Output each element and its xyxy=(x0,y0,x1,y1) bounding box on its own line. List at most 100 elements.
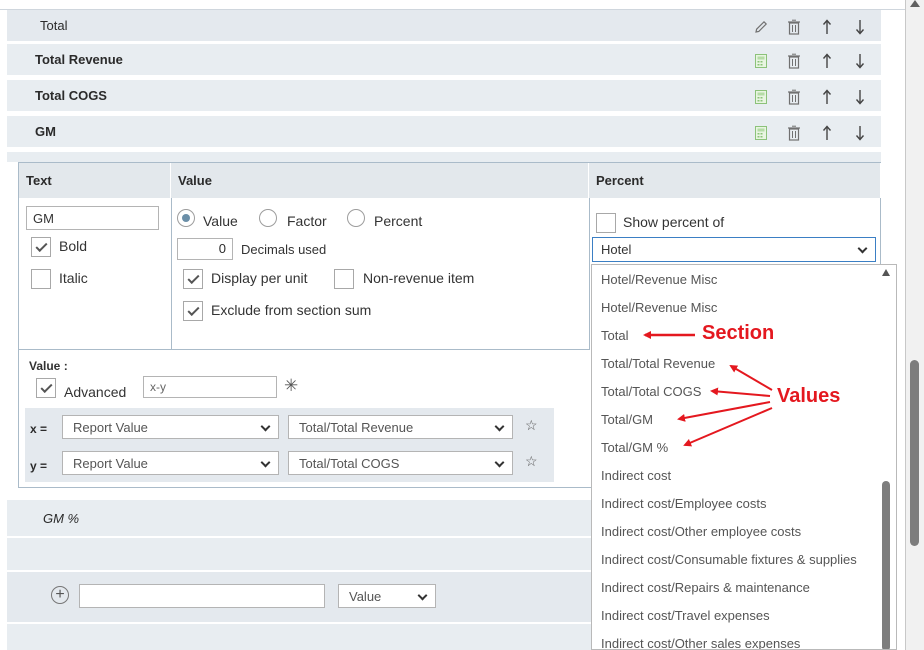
y-type-select[interactable]: Report Value xyxy=(62,451,279,475)
x-target-select[interactable]: Total/Total Revenue xyxy=(288,415,513,439)
show-percent-label: Show percent of xyxy=(623,214,725,230)
dropdown-scroll-thumb[interactable] xyxy=(882,481,890,649)
move-up-icon[interactable] xyxy=(815,87,838,107)
dropdown-option[interactable]: Total xyxy=(601,328,628,343)
advanced-checkbox[interactable] xyxy=(36,378,56,398)
add-icon[interactable]: + xyxy=(51,586,69,604)
column-divider xyxy=(171,198,172,349)
calculator-icon[interactable] xyxy=(749,123,772,143)
chevron-down-icon xyxy=(494,457,505,468)
trash-icon[interactable] xyxy=(782,51,805,71)
y-type-value: Report Value xyxy=(73,455,148,471)
header-percent: Percent xyxy=(589,163,881,198)
dropdown-option[interactable]: Indirect cost/Other employee costs xyxy=(601,524,801,539)
move-down-icon[interactable] xyxy=(848,51,871,71)
x-label: x = xyxy=(30,422,48,436)
x-type-value: Report Value xyxy=(73,419,148,435)
trash-icon[interactable] xyxy=(782,87,805,107)
display-per-unit-checkbox[interactable] xyxy=(183,269,203,289)
exclude-sum-label: Exclude from section sum xyxy=(211,302,372,318)
dropdown-option[interactable]: Indirect cost/Employee costs xyxy=(601,496,766,511)
section-row-total[interactable]: Total xyxy=(7,10,881,43)
chevron-down-icon xyxy=(260,457,271,468)
dropdown-scrollbar[interactable] xyxy=(876,265,896,649)
section-row-label: Total Revenue xyxy=(35,52,123,67)
panel-divider xyxy=(19,349,590,350)
dropdown-option[interactable]: Hotel/Revenue Misc xyxy=(601,272,717,287)
annotation-section: Section xyxy=(702,322,775,344)
calculator-icon[interactable] xyxy=(749,87,772,107)
y-target-value: Total/Total COGS xyxy=(299,455,400,471)
y-label: y = xyxy=(30,459,48,473)
exclude-sum-checkbox[interactable] xyxy=(183,301,203,321)
new-row-name-input[interactable] xyxy=(79,584,325,608)
radio-factor-label: Factor xyxy=(287,213,327,229)
section-row-total-revenue[interactable]: Total Revenue xyxy=(7,44,881,77)
decimals-input[interactable]: 0 xyxy=(177,238,233,260)
pencil-icon[interactable] xyxy=(749,17,772,37)
move-up-icon[interactable] xyxy=(815,17,838,37)
move-down-icon[interactable] xyxy=(848,17,871,37)
dropdown-option[interactable]: Total/GM xyxy=(601,412,653,427)
check-icon xyxy=(186,271,200,284)
x-type-select[interactable]: Report Value xyxy=(62,415,279,439)
x-target-value: Total/Total Revenue xyxy=(299,419,414,435)
bold-checkbox[interactable] xyxy=(31,237,51,257)
text-input[interactable]: GM xyxy=(26,206,159,230)
chevron-down-icon xyxy=(494,421,505,432)
text-input-value: GM xyxy=(33,210,54,226)
dropdown-option[interactable]: Total/GM % xyxy=(601,440,668,455)
new-row-type-select[interactable]: Value xyxy=(338,584,436,608)
value-section-label: Value : xyxy=(29,359,68,373)
page-scrollbar[interactable] xyxy=(905,0,924,650)
variables-panel: x = Report Value Total/Total Revenue ☆ y… xyxy=(25,408,554,482)
chevron-down-icon xyxy=(417,590,428,601)
radio-percent[interactable] xyxy=(347,209,365,227)
show-percent-checkbox[interactable] xyxy=(596,213,616,233)
dropdown-option[interactable]: Indirect cost/Repairs & maintenance xyxy=(601,580,810,595)
dropdown-option[interactable]: Hotel/Revenue Misc xyxy=(601,300,717,315)
trash-icon[interactable] xyxy=(782,123,805,143)
section-row-gm[interactable]: GM xyxy=(7,116,881,149)
scroll-up-icon[interactable] xyxy=(910,0,920,7)
section-row-total-cogs[interactable]: Total COGS xyxy=(7,80,881,113)
italic-checkbox[interactable] xyxy=(31,269,51,289)
calculator-icon[interactable] xyxy=(749,51,772,71)
magic-wand-icon[interactable]: ✳ xyxy=(284,376,298,396)
editor-top-band xyxy=(7,152,881,162)
formula-input[interactable]: x-y xyxy=(143,376,277,398)
radio-value-label: Value xyxy=(203,213,238,229)
star-icon[interactable]: ☆ xyxy=(525,453,538,470)
scroll-up-icon[interactable] xyxy=(882,269,890,276)
move-down-icon[interactable] xyxy=(848,87,871,107)
dropdown-option[interactable]: Indirect cost xyxy=(601,468,671,483)
check-icon xyxy=(186,303,200,316)
dropdown-option[interactable]: Total/Total COGS xyxy=(601,384,701,399)
star-icon[interactable]: ☆ xyxy=(525,417,538,434)
page-scroll-thumb[interactable] xyxy=(910,360,919,546)
check-icon xyxy=(34,239,48,252)
radio-factor[interactable] xyxy=(259,209,277,227)
trash-icon[interactable] xyxy=(782,17,805,37)
dropdown-option[interactable]: Total/Total Revenue xyxy=(601,356,715,371)
top-divider xyxy=(0,0,905,10)
radio-value[interactable] xyxy=(177,209,195,227)
italic-label: Italic xyxy=(59,270,88,286)
dropdown-option[interactable]: Indirect cost/Other sales expenses xyxy=(601,636,800,649)
new-row-type-value: Value xyxy=(349,588,382,604)
column-divider xyxy=(589,198,590,349)
move-up-icon[interactable] xyxy=(815,51,838,71)
section-row-label: GM xyxy=(35,124,56,139)
dropdown-option[interactable]: Indirect cost/Consumable fixtures & supp… xyxy=(601,552,857,567)
non-revenue-checkbox[interactable] xyxy=(334,269,354,289)
chevron-down-icon xyxy=(857,243,868,254)
move-down-icon[interactable] xyxy=(848,123,871,143)
dropdown-option[interactable]: Indirect cost/Travel expenses xyxy=(601,608,770,623)
advanced-label: Advanced xyxy=(64,384,127,400)
check-icon xyxy=(39,380,53,393)
move-up-icon[interactable] xyxy=(815,123,838,143)
chevron-down-icon xyxy=(260,421,271,432)
y-target-select[interactable]: Total/Total COGS xyxy=(288,451,513,475)
percent-of-select[interactable]: Hotel xyxy=(592,237,876,262)
decimals-label: Decimals used xyxy=(241,242,327,257)
